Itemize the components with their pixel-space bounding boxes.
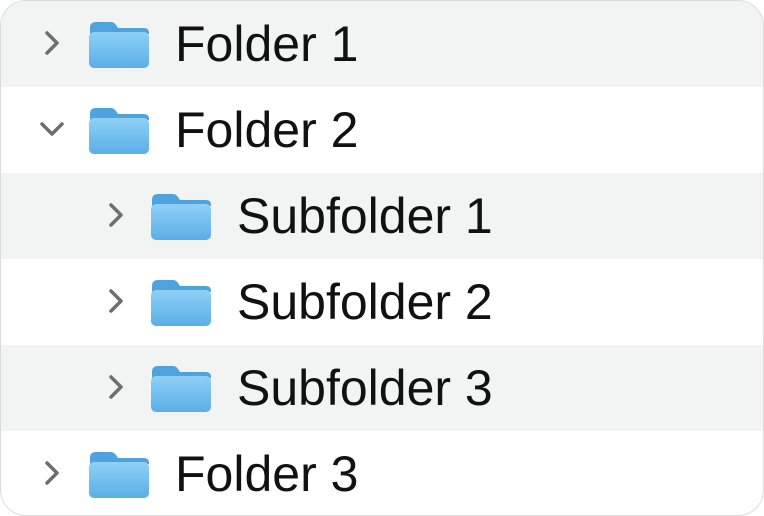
- folder-icon: [89, 452, 149, 498]
- folder-icon: [151, 366, 211, 412]
- folder-icon: [89, 22, 149, 68]
- tree-row-folder-3[interactable]: Folder 3: [1, 431, 763, 515]
- chevron-right-icon[interactable]: [101, 200, 131, 230]
- chevron-right-icon[interactable]: [101, 286, 131, 316]
- tree-row-folder-1[interactable]: Folder 1: [1, 1, 763, 87]
- tree-row-label: Subfolder 2: [237, 274, 493, 330]
- tree-row-label: Folder 3: [175, 446, 359, 502]
- folder-icon: [151, 194, 211, 240]
- tree-row-subfolder-3[interactable]: Subfolder 3: [1, 345, 763, 431]
- tree-row-folder-2[interactable]: Folder 2: [1, 87, 763, 173]
- tree-row-subfolder-2[interactable]: Subfolder 2: [1, 259, 763, 345]
- chevron-right-icon[interactable]: [37, 458, 67, 488]
- tree-row-label: Folder 2: [175, 102, 359, 158]
- tree-row-subfolder-1[interactable]: Subfolder 1: [1, 173, 763, 259]
- chevron-down-icon[interactable]: [37, 114, 67, 144]
- tree-row-label: Folder 1: [175, 16, 359, 72]
- chevron-right-icon[interactable]: [101, 372, 131, 402]
- tree-row-label: Subfolder 1: [237, 188, 493, 244]
- chevron-right-icon[interactable]: [37, 28, 67, 58]
- tree-row-label: Subfolder 3: [237, 360, 493, 416]
- folder-icon: [89, 108, 149, 154]
- folder-icon: [151, 280, 211, 326]
- folder-tree: Folder 1 Folder 2 Subfolder 1 Subfolder …: [0, 0, 764, 516]
